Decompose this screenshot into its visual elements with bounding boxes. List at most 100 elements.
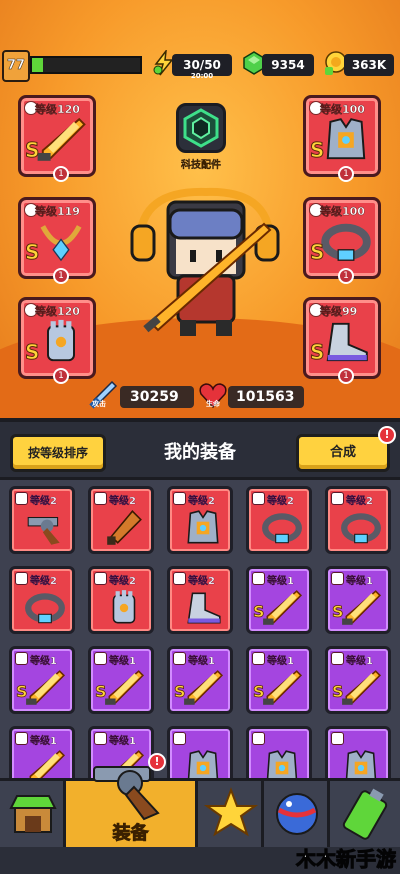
equipment-slot[interactable]: 等级100 S 1 [303,197,381,284]
item-type-icon [94,492,107,505]
slot-stars: 1 [53,368,69,384]
sword-icon [26,670,66,705]
belt-icon [25,593,65,624]
gauntlet-icon [47,319,75,362]
slot-stars: 1 [53,268,69,284]
item-type-icon [173,572,186,585]
battery-icon [342,788,388,840]
xp-fill [32,58,43,72]
inventory-grid: 等级2 等级2 等级2 等级2 等级2 等级2 等级2 等级2 等级1 S 等级1 S 等级1 S 等级1 S… [0,480,400,780]
item-type-icon [331,652,344,665]
inventory-item[interactable] [246,726,312,780]
inventory-item[interactable]: 等级2 [167,566,233,634]
inventory-item[interactable]: 等级2 [325,486,391,554]
item-grade: S [332,602,344,622]
equipment-slot[interactable]: 等级100 S 1 [303,95,381,182]
item-grade: S [95,682,107,702]
slot-stars: 1 [338,268,354,284]
inventory-item[interactable]: 等级1 S [167,646,233,714]
vest-icon [187,510,219,544]
slot-grade: S [309,138,325,163]
item-type-icon [94,732,107,745]
item-level: 等级1 [30,656,57,667]
equipment-slot[interactable]: 等级120 S 1 [18,95,96,182]
item-level: 等级2 [267,496,294,507]
merge-button[interactable]: 合成 [296,434,390,472]
armor-icon [345,750,377,780]
inventory-item[interactable]: 等级2 [246,486,312,554]
hp-label: 生命 [206,400,220,408]
coin-counter[interactable]: 363K [344,54,394,76]
item-level: 等级1 [109,656,136,667]
item-type-icon [173,652,186,665]
inventory-item[interactable]: 等级2 [9,566,75,634]
armor-icon [326,118,366,160]
item-type-icon [15,572,28,585]
necklace-icon [40,225,82,262]
tech-parts-label: 科技配件 [181,160,221,171]
spiked-collar-icon [262,513,302,544]
slot-grade: S [309,340,325,365]
item-level: 等级2 [109,496,136,507]
belt-icon [341,513,381,544]
item-type-icon [252,732,265,745]
equipment-slot[interactable]: 等级119 S 1 [18,197,96,284]
slot-grade: S [309,240,325,265]
player-level-badge[interactable]: 77 [2,50,30,82]
tech-parts-button[interactable] [176,103,226,153]
armor-icon [266,750,298,780]
item-grade: S [253,602,265,622]
inventory-item[interactable]: 等级1 S [246,566,312,634]
item-type-icon [331,732,344,745]
sword-icon [263,670,303,705]
armor-icon [187,750,219,780]
inventory-item[interactable] [167,726,233,780]
item-grade: S [16,682,28,702]
inventory-item[interactable]: 等级1 S [88,646,154,714]
item-level: 等级2 [109,576,136,587]
inventory-item[interactable]: 等级2 [88,486,154,554]
item-type-icon [94,572,107,585]
nav-battery[interactable] [330,781,400,847]
gem-counter[interactable]: 9354 [262,54,314,76]
sort-by-level-button[interactable]: 按等级排序 [10,434,106,472]
sword-icon [263,590,303,625]
inventory-header: 按等级排序 我的装备 合成 ! [0,418,400,480]
nav-collection[interactable] [264,781,330,847]
coin-value: 363K [351,58,387,72]
item-grade: S [174,682,186,702]
inventory-item[interactable]: 等级2 [9,486,75,554]
equipment-slot[interactable]: 等级120 S 1 [18,297,96,384]
item-type-icon [331,492,344,505]
inventory-item[interactable]: 等级2 [167,486,233,554]
bottom-nav: 装备 ! 木木新手游 [0,753,400,874]
merge-alert-badge: ! [378,426,396,444]
belt-icon [321,223,371,261]
shop-icon [9,795,57,833]
revolver-icon [27,516,60,545]
item-grade: S [332,682,344,702]
nav-shop[interactable] [0,781,66,847]
item-level: 等级1 [109,736,136,747]
inventory-item[interactable]: 等级1 S [325,646,391,714]
hero-character[interactable] [130,182,280,342]
item-grade: S [253,682,265,702]
energy-counter[interactable]: 30/50 20:00 [172,54,232,80]
inventory-item[interactable]: 等级1 [9,726,75,780]
inventory-item[interactable]: 等级2 [88,566,154,634]
sneaker-icon [187,592,221,624]
equipment-slot[interactable]: 等级99 S 1 [303,297,381,384]
inventory-item[interactable] [325,726,391,780]
nav-skills[interactable] [198,781,264,847]
nav-equipment[interactable]: 装备 ! [66,753,198,847]
item-level: 等级1 [346,576,373,587]
inventory-item[interactable]: 等级1 S [325,566,391,634]
xp-bar [30,56,142,74]
inventory-item[interactable]: 等级1 S [9,646,75,714]
watermark: 木木新手游 [296,847,397,872]
sword-icon [342,670,382,705]
tech-hex-icon [183,108,219,148]
star-icon [203,787,259,837]
inventory-item[interactable]: 等级1 S [246,646,312,714]
sword-icon [26,750,66,780]
